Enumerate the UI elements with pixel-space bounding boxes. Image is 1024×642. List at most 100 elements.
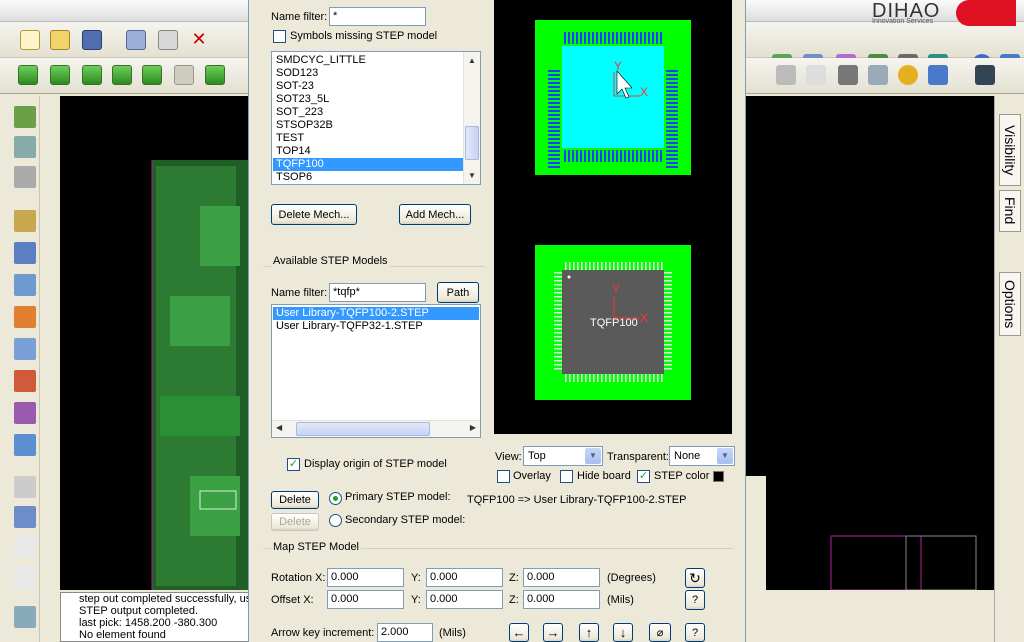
delete-primary-button[interactable]: Delete	[271, 491, 319, 509]
primary-model-radio[interactable]	[329, 492, 342, 505]
path-button[interactable]: Path	[437, 282, 479, 303]
list-item-selected[interactable]: User Library-TQFP100-2.STEP	[273, 307, 479, 320]
list-item[interactable]: TOP14	[273, 145, 463, 158]
add-line-icon[interactable]	[14, 476, 36, 498]
add-text-icon[interactable]	[14, 536, 36, 558]
tab-visibility[interactable]: Visibility	[999, 114, 1021, 186]
symbol-name-filter-input[interactable]: *	[329, 7, 426, 26]
list-item[interactable]: TEST	[273, 132, 463, 145]
open-folder-icon[interactable]	[50, 30, 70, 50]
plane-icon[interactable]	[142, 65, 162, 85]
arrow-increment-input[interactable]: 2.000	[377, 623, 433, 642]
symbols-missing-checkbox[interactable]	[273, 30, 286, 43]
new-file-icon[interactable]	[20, 30, 40, 50]
cleanup-icon[interactable]	[205, 65, 225, 85]
delete-secondary-button: Delete	[271, 513, 319, 531]
move-icon[interactable]	[126, 30, 146, 50]
list-item-selected[interactable]: TQFP100	[273, 158, 463, 171]
waveform-icon[interactable]	[975, 65, 995, 85]
tab-options[interactable]: Options	[999, 272, 1021, 336]
output-log[interactable]: step out completed successfully, us STEP…	[60, 592, 250, 642]
delete-mech-button[interactable]: Delete Mech...	[271, 204, 357, 225]
vertex-icon[interactable]	[14, 370, 36, 392]
secondary-model-radio[interactable]	[329, 514, 342, 527]
scroll-thumb[interactable]	[296, 422, 430, 436]
list-item[interactable]: SOD123	[273, 67, 463, 80]
camera-icon[interactable]	[776, 65, 796, 85]
offset-z-input[interactable]: 0.000	[523, 590, 600, 609]
list-item[interactable]: SOT23_5L	[273, 93, 463, 106]
phase-tune-icon[interactable]	[14, 434, 36, 456]
left-toolbar	[8, 96, 40, 642]
symbol-name-filter-label: Name filter:	[271, 11, 328, 23]
scroll-right-icon[interactable]: ▶	[470, 423, 476, 432]
display-origin-checkbox[interactable]: ✓	[287, 458, 300, 471]
model-list-hscrollbar[interactable]: ◀ ▶	[272, 420, 480, 437]
delay-tune-icon[interactable]	[14, 274, 36, 296]
pattern-icon[interactable]	[868, 65, 888, 85]
command-icon[interactable]	[14, 606, 36, 628]
swap-icon[interactable]	[14, 136, 36, 158]
nudge-right-button[interactable]: →	[543, 623, 563, 642]
nudge-down-button[interactable]: ↓	[613, 623, 633, 642]
add-mech-button[interactable]: Add Mech...	[399, 204, 471, 225]
add-connect-icon[interactable]	[14, 210, 36, 232]
overlay-checkbox[interactable]	[497, 470, 510, 483]
help-button-2[interactable]: ?	[685, 623, 705, 642]
scroll-down-icon[interactable]: ▼	[468, 171, 476, 180]
shape-icon[interactable]	[112, 65, 132, 85]
matrix-icon[interactable]	[928, 65, 948, 85]
pad-icon[interactable]	[82, 65, 102, 85]
array-icon[interactable]	[838, 65, 858, 85]
list-item[interactable]: SOT-23	[273, 80, 463, 93]
list-item[interactable]: SMDCYC_LITTLE	[273, 54, 463, 67]
offset-y-input[interactable]: 0.000	[426, 590, 503, 609]
transparent-select[interactable]: None ▼	[669, 446, 735, 466]
symbol-list-scrollbar[interactable]: ▲ ▼	[463, 52, 480, 184]
rotation-y-input[interactable]: 0.000	[426, 568, 503, 587]
rotation-x-input[interactable]: 0.000	[327, 568, 404, 587]
view-select[interactable]: Top ▼	[523, 446, 603, 466]
scroll-up-icon[interactable]: ▲	[468, 56, 476, 65]
scroll-left-icon[interactable]: ◀	[276, 423, 282, 432]
place-part-icon[interactable]	[14, 106, 36, 128]
step-color-checkbox[interactable]: ✓	[637, 470, 650, 483]
refdes-icon[interactable]	[806, 65, 826, 85]
hide-board-checkbox[interactable]	[560, 470, 573, 483]
route-icon[interactable]	[18, 65, 38, 85]
step-color-swatch[interactable]	[713, 471, 724, 482]
copy-icon[interactable]	[158, 30, 178, 50]
measure-icon[interactable]	[898, 65, 918, 85]
list-item[interactable]: User Library-TQFP32-1.STEP	[273, 320, 479, 333]
edit-text-icon[interactable]	[14, 566, 36, 588]
rotate-button[interactable]: ↻	[685, 568, 705, 588]
pcb-canvas[interactable]	[60, 96, 250, 590]
spread-icon[interactable]	[14, 402, 36, 424]
step-preview-canvas[interactable]: Y X TQFP100 Y X	[494, 0, 732, 434]
scroll-thumb[interactable]	[465, 126, 479, 160]
add-rect-icon[interactable]	[14, 506, 36, 528]
pcb-canvas-right[interactable]	[746, 96, 994, 591]
right-tab-strip: Visibility Find Options	[994, 96, 1024, 642]
model-name-filter-input[interactable]: *tqfp*	[329, 283, 426, 302]
delete-icon[interactable]: ✕	[189, 30, 209, 50]
slide-icon[interactable]	[14, 242, 36, 264]
reset-view-button[interactable]: ⌀	[649, 623, 671, 642]
rotate-icon[interactable]	[14, 166, 36, 188]
fanout-icon[interactable]	[14, 306, 36, 328]
rotation-z-input[interactable]: 0.000	[523, 568, 600, 587]
rotation-y-label: Y:	[411, 572, 421, 584]
model-list[interactable]: User Library-TQFP100-2.STEP User Library…	[271, 304, 481, 438]
custom-smooth-icon[interactable]	[14, 338, 36, 360]
offset-x-input[interactable]: 0.000	[327, 590, 404, 609]
list-item[interactable]: TSOP6	[273, 171, 463, 184]
nudge-left-button[interactable]: ←	[509, 623, 529, 642]
save-icon[interactable]	[82, 30, 102, 50]
list-item[interactable]: SOT_223	[273, 106, 463, 119]
nudge-up-button[interactable]: ↑	[579, 623, 599, 642]
help-button[interactable]: ?	[685, 590, 705, 610]
tab-find[interactable]: Find	[999, 190, 1021, 232]
symbol-list[interactable]: SMDCYC_LITTLE SOD123 SOT-23 SOT23_5L SOT…	[271, 51, 481, 185]
via-icon[interactable]	[50, 65, 70, 85]
list-item[interactable]: STSOP32B	[273, 119, 463, 132]
